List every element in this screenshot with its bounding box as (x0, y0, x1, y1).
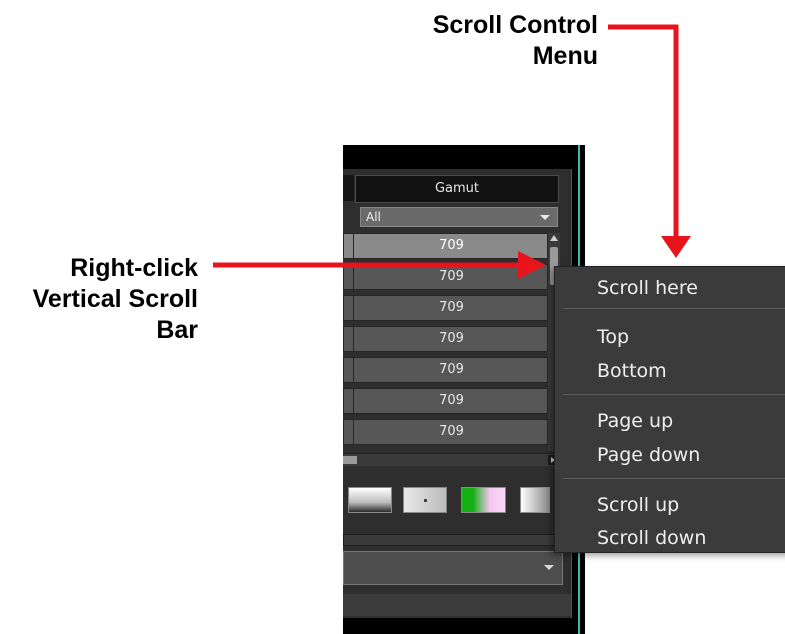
menu-separator (563, 478, 785, 479)
table-row[interactable]: 709 (343, 295, 548, 321)
table-row[interactable]: 709 (343, 419, 548, 445)
callout-line: Menu (532, 42, 598, 70)
menu-item-page-down[interactable]: Page down (597, 441, 700, 469)
gradient-swatch-button[interactable] (348, 487, 392, 513)
gamut-cell: 709 (439, 300, 464, 315)
white-gray-swatch-button[interactable] (520, 487, 550, 513)
table-row[interactable]: 709 (343, 326, 548, 352)
menu-separator (563, 308, 785, 309)
horizontal-scroll-thumb[interactable] (343, 456, 357, 464)
cell-divider (353, 420, 354, 444)
table-panel: Gamut All 709 709 709 709 709 709 709 (343, 169, 572, 618)
callout-line: Right-click (70, 254, 198, 282)
cell-divider (353, 358, 354, 382)
gamut-filter-select[interactable]: All (360, 207, 558, 227)
table-row[interactable]: 709 (343, 264, 548, 290)
menu-separator (563, 394, 785, 395)
cell-divider (353, 327, 354, 351)
horizontal-slider-strip[interactable] (343, 534, 562, 546)
cell-divider (353, 265, 354, 289)
column-header-gamut[interactable]: Gamut (355, 175, 559, 203)
callout-line: Scroll Control (432, 11, 598, 39)
gamut-cell: 709 (439, 362, 464, 377)
gray-swatch-button[interactable] (403, 487, 447, 513)
scroll-context-menu: Scroll here Top Bottom Page up Page down… (554, 266, 785, 553)
scroll-up-arrow-icon[interactable] (550, 235, 558, 241)
scroll-control-menu-callout: Scroll Control Menu (360, 10, 598, 72)
table-row[interactable]: 709 (343, 357, 548, 383)
chevron-down-icon (544, 565, 554, 570)
horizontal-scrollbar[interactable] (343, 453, 560, 466)
header-cell-previous (343, 175, 354, 201)
cell-divider (353, 389, 354, 413)
gamut-cell: 709 (439, 238, 464, 253)
chevron-down-icon (540, 215, 550, 220)
arrow-to-scroll-menu (608, 24, 691, 258)
filter-selected-value: All (366, 210, 381, 224)
table-row[interactable]: 709 (343, 233, 548, 259)
menu-item-scroll-down[interactable]: Scroll down (597, 524, 706, 552)
menu-item-scroll-here[interactable]: Scroll here (597, 274, 698, 302)
gamut-cell: 709 (439, 424, 464, 439)
cell-divider (353, 296, 354, 320)
gamut-cell: 709 (439, 331, 464, 346)
gamut-cell: 709 (439, 393, 464, 408)
status-bar (343, 594, 571, 616)
right-click-scrollbar-callout: Right-click Vertical Scroll Bar (0, 253, 198, 346)
menu-item-page-up[interactable]: Page up (597, 407, 673, 435)
gamut-cell: 709 (439, 269, 464, 284)
menu-item-scroll-up[interactable]: Scroll up (597, 491, 679, 519)
bottom-dropdown[interactable] (343, 551, 563, 585)
table-row[interactable]: 709 (343, 388, 548, 414)
application-panel: Gamut All 709 709 709 709 709 709 709 (343, 145, 585, 634)
callout-line: Bar (156, 316, 198, 344)
menu-item-top[interactable]: Top (597, 323, 629, 351)
menu-item-bottom[interactable]: Bottom (597, 357, 667, 385)
callout-line: Vertical Scroll (32, 285, 198, 313)
cell-divider (353, 234, 354, 258)
green-magenta-swatch-button[interactable] (461, 487, 506, 513)
